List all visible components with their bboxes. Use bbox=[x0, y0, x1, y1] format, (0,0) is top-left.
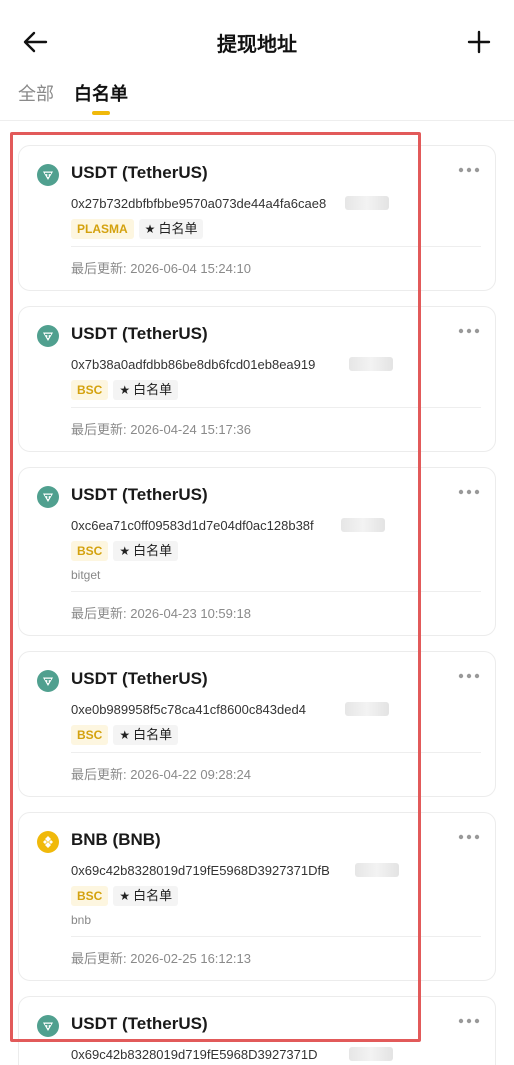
address-redaction-blur bbox=[349, 357, 393, 371]
network-tag: BSC bbox=[71, 886, 109, 906]
tab-whitelist[interactable]: 白名单 bbox=[74, 80, 128, 106]
whitelist-label: 白名单 bbox=[133, 543, 173, 558]
network-tag: BSC bbox=[71, 380, 109, 400]
star-icon: ★ bbox=[119, 728, 131, 742]
whitelist-tag: ★ 白名单 bbox=[113, 886, 179, 906]
more-options-icon[interactable] bbox=[457, 325, 481, 337]
whitelist-label: 白名单 bbox=[133, 888, 173, 903]
coin-name: USDT (TetherUS) bbox=[71, 324, 208, 343]
star-icon: ★ bbox=[119, 383, 131, 397]
whitelist-label: 白名单 bbox=[133, 382, 173, 397]
network-tag: PLASMA bbox=[71, 219, 134, 239]
last-updated: 最后更新: 2026-02-25 16:12:13 bbox=[71, 951, 251, 966]
address-card[interactable]: USDT (TetherUS) 0x27b732dbfbfbbe9570a073… bbox=[18, 145, 496, 291]
whitelist-tag: ★ 白名单 bbox=[113, 380, 179, 400]
star-icon: ★ bbox=[119, 889, 131, 903]
plus-icon[interactable] bbox=[466, 29, 492, 55]
card-divider bbox=[71, 591, 481, 592]
address-redaction-blur bbox=[349, 1047, 393, 1061]
whitelist-label: 白名单 bbox=[158, 221, 198, 236]
tether-icon bbox=[37, 164, 59, 186]
whitelist-tag: ★ 白名单 bbox=[138, 219, 204, 239]
address-card[interactable]: USDT (TetherUS) 0x69c42b8328019d719fE596… bbox=[18, 996, 496, 1065]
coin-name: USDT (TetherUS) bbox=[71, 163, 208, 182]
more-options-icon[interactable] bbox=[457, 1015, 481, 1027]
page-title: 提现地址 bbox=[217, 34, 297, 56]
tether-icon bbox=[37, 670, 59, 692]
more-options-icon[interactable] bbox=[457, 164, 481, 176]
address-card[interactable]: USDT (TetherUS) 0xe0b989958f5c78ca41cf86… bbox=[18, 651, 496, 797]
card-divider bbox=[71, 407, 481, 408]
address-card[interactable]: USDT (TetherUS) 0x7b38a0adfdbb86be8db6fc… bbox=[18, 306, 496, 452]
header-bar: 提现地址 bbox=[0, 0, 514, 84]
address-redaction-blur bbox=[345, 196, 389, 210]
more-options-icon[interactable] bbox=[457, 670, 481, 682]
last-updated: 最后更新: 2026-04-22 09:28:24 bbox=[71, 767, 251, 782]
address-note: bitget bbox=[71, 568, 101, 582]
more-options-icon[interactable] bbox=[457, 831, 481, 843]
last-updated: 最后更新: 2026-04-23 10:59:18 bbox=[71, 606, 251, 621]
address-note: bnb bbox=[71, 913, 92, 927]
wallet-address: 0xc6ea71c0ff09583d1d7e04df0ac128b38f bbox=[71, 518, 314, 533]
network-tag: BSC bbox=[71, 725, 109, 745]
whitelist-tag: ★ 白名单 bbox=[113, 541, 179, 561]
wallet-address: 0x69c42b8328019d719fE5968D3927371DfB bbox=[71, 863, 330, 878]
network-tag: BSC bbox=[71, 541, 109, 561]
card-divider bbox=[71, 752, 481, 753]
tag-row: PLASMA ★ 白名单 bbox=[71, 219, 204, 239]
tag-row: BSC ★ 白名单 bbox=[71, 886, 179, 906]
tag-row: BSC ★ 白名单 bbox=[71, 725, 179, 745]
active-tab-indicator bbox=[92, 111, 110, 115]
whitelist-label: 白名单 bbox=[133, 727, 173, 742]
coin-name: USDT (TetherUS) bbox=[71, 485, 208, 504]
more-options-icon[interactable] bbox=[457, 486, 481, 498]
tab-bar: 全部 白名单 bbox=[0, 74, 514, 121]
address-redaction-blur bbox=[341, 518, 385, 532]
tether-icon bbox=[37, 325, 59, 347]
tab-all[interactable]: 全部 bbox=[18, 80, 54, 106]
wallet-address: 0x27b732dbfbfbbe9570a073de44a4fa6cae8 bbox=[71, 196, 327, 211]
address-card[interactable]: BNB (BNB) 0x69c42b8328019d719fE5968D3927… bbox=[18, 812, 496, 981]
last-updated: 最后更新: 2026-04-24 15:17:36 bbox=[71, 422, 251, 437]
coin-name: USDT (TetherUS) bbox=[71, 1014, 208, 1033]
last-updated: 最后更新: 2026-06-04 15:24:10 bbox=[71, 261, 251, 276]
address-redaction-blur bbox=[355, 863, 399, 877]
star-icon: ★ bbox=[144, 222, 156, 236]
tag-row: BSC ★ 白名单 bbox=[71, 541, 179, 561]
card-divider bbox=[71, 246, 481, 247]
star-icon: ★ bbox=[119, 544, 131, 558]
wallet-address: 0x69c42b8328019d719fE5968D3927371D bbox=[71, 1047, 318, 1062]
address-card[interactable]: USDT (TetherUS) 0xc6ea71c0ff09583d1d7e04… bbox=[18, 467, 496, 636]
address-redaction-blur bbox=[345, 702, 389, 716]
tag-row: BSC ★ 白名单 bbox=[71, 380, 179, 400]
tether-icon bbox=[37, 1015, 59, 1037]
coin-name: BNB (BNB) bbox=[71, 830, 161, 849]
whitelist-tag: ★ 白名单 bbox=[113, 725, 179, 745]
wallet-address: 0x7b38a0adfdbb86be8db6fcd01eb8ea919 bbox=[71, 357, 316, 372]
address-list: USDT (TetherUS) 0x27b732dbfbfbbe9570a073… bbox=[0, 120, 514, 1065]
tether-icon bbox=[37, 486, 59, 508]
bnb-icon bbox=[37, 831, 59, 853]
coin-name: USDT (TetherUS) bbox=[71, 669, 208, 688]
wallet-address: 0xe0b989958f5c78ca41cf8600c843ded4 bbox=[71, 702, 306, 717]
card-divider bbox=[71, 936, 481, 937]
